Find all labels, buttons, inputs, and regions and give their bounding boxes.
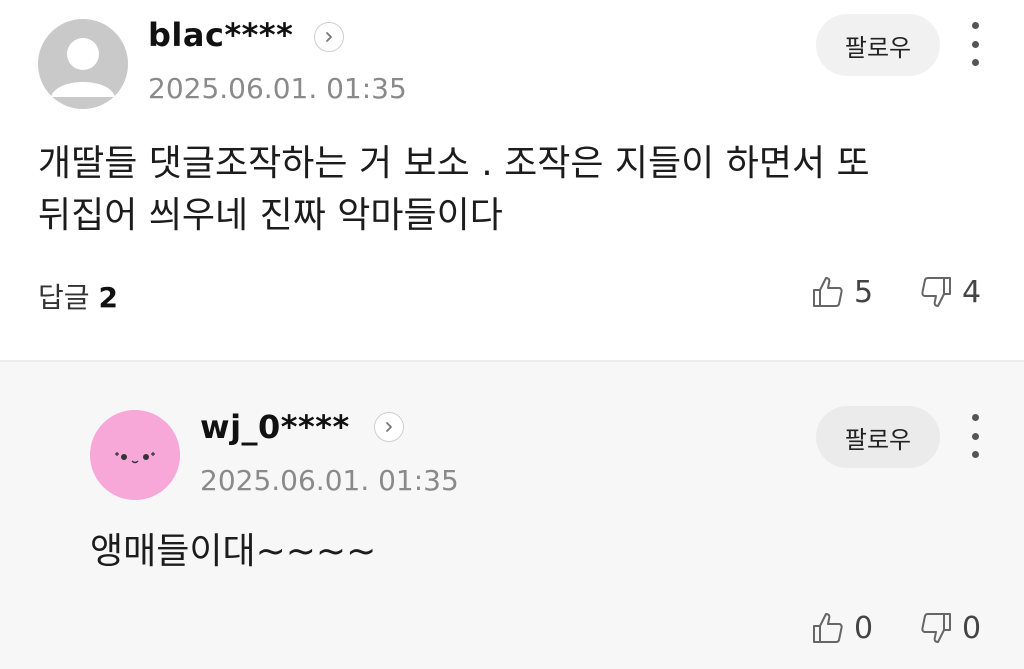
user-avatar[interactable] [38,19,128,109]
comment-body: 개딸들 댓글조작하는 거 보소 . 조작은 지들이 하면서 또 뒤집어 씌우네 … [38,143,870,236]
dislike-count: 0 [962,610,982,646]
dislike-count: 4 [962,274,982,310]
profile-chevron-button[interactable] [374,412,404,442]
like-button[interactable]: 0 [810,610,873,646]
dislike-button[interactable]: 0 [918,610,981,646]
comment-body: 앵매들이대~~~~ [90,531,377,572]
thumbs-up-icon [813,277,843,307]
replies-link[interactable]: 답글 2 [38,276,118,316]
thumbs-down-icon [921,277,951,307]
chevron-right-icon [386,422,392,432]
follow-button[interactable]: 팔로우 [816,406,940,468]
chevron-right-icon [326,32,332,42]
comment-timestamp: 2025.06.01. 01:35 [148,72,407,105]
replies-label: 답글 [38,281,90,314]
replies-count: 2 [98,281,118,314]
like-count: 0 [854,610,874,646]
like-button[interactable]: 5 [810,274,873,310]
author-name[interactable]: wj_0**** [200,408,350,446]
reply-item: wj_0**** 2025.06.01. 01:35 팔로우 앵매들이대~~~~… [0,362,1024,669]
dislike-button[interactable]: 4 [918,274,981,310]
comment-timestamp: 2025.06.01. 01:35 [200,464,459,497]
comment-item: blac**** 2025.06.01. 01:35 팔로우 개딸들 댓글조작하… [0,0,1024,360]
like-count: 5 [854,274,874,310]
thumbs-up-icon [813,613,843,643]
thumbs-down-icon [921,613,951,643]
pink-face-icon [90,410,180,500]
author-name[interactable]: blac**** [148,16,293,54]
default-user-icon [38,19,128,109]
more-options-icon[interactable] [960,14,990,74]
more-options-icon[interactable] [960,406,990,466]
profile-chevron-button[interactable] [314,22,344,52]
follow-button[interactable]: 팔로우 [816,14,940,76]
user-avatar[interactable] [90,410,180,500]
